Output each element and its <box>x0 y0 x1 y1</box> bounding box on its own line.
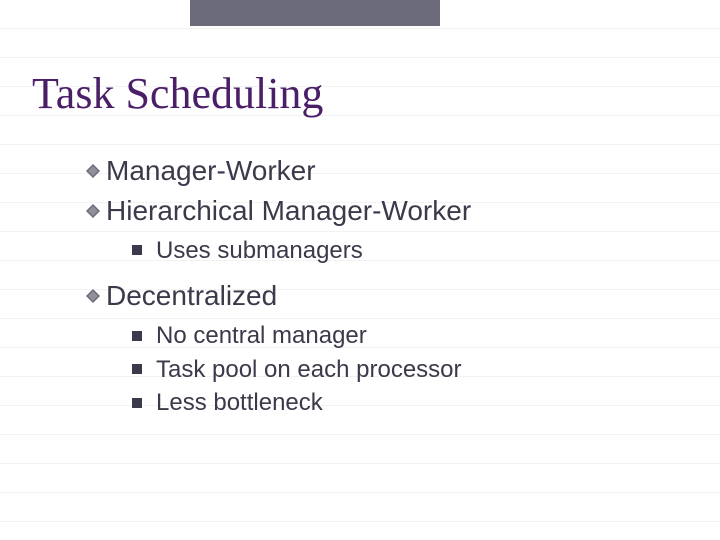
diamond-icon <box>86 164 100 178</box>
sub-bullet-label: No central manager <box>156 319 367 353</box>
square-icon <box>132 331 142 341</box>
diamond-icon <box>86 289 100 303</box>
sub-bullet-label: Task pool on each processor <box>156 353 462 387</box>
square-icon <box>132 245 142 255</box>
slide: Task Scheduling Manager-Worker Hierarchi… <box>0 0 720 540</box>
diamond-icon <box>86 204 100 218</box>
slide-title: Task Scheduling <box>32 68 323 119</box>
header-block <box>190 0 440 26</box>
sub-bullet-label: Uses submanagers <box>156 234 363 268</box>
bullet-label: Decentralized <box>106 277 277 315</box>
sub-bullet-item: Task pool on each processor <box>132 353 471 387</box>
bullet-label: Manager-Worker <box>106 152 316 190</box>
slide-body: Manager-Worker Hierarchical Manager-Work… <box>86 152 471 430</box>
square-icon <box>132 364 142 374</box>
bullet-item: Hierarchical Manager-Worker <box>86 192 471 230</box>
sub-bullet-group: Uses submanagers <box>132 234 471 268</box>
sub-bullet-item: No central manager <box>132 319 471 353</box>
sub-bullet-item: Less bottleneck <box>132 386 471 420</box>
sub-bullet-label: Less bottleneck <box>156 386 323 420</box>
bullet-item: Manager-Worker <box>86 152 471 190</box>
bullet-item: Decentralized <box>86 277 471 315</box>
sub-bullet-item: Uses submanagers <box>132 234 471 268</box>
bullet-label: Hierarchical Manager-Worker <box>106 192 471 230</box>
square-icon <box>132 398 142 408</box>
sub-bullet-group: No central manager Task pool on each pro… <box>132 319 471 420</box>
